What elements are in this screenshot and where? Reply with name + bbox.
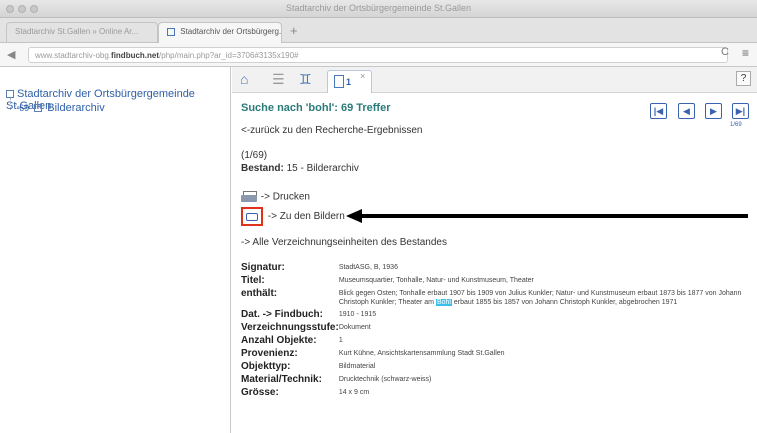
field-value: Museumsquartier, Tonhalle, Natur- und Ku…	[338, 277, 534, 284]
search-result-title: Suche nach 'bohl': 69 Treffer	[241, 102, 391, 114]
print-link[interactable]: -> Drucken	[241, 191, 310, 203]
url-path: /php/main.php?ar_id=3706#3135x190#	[159, 51, 299, 60]
tree-child-label: Bilderarchiv	[47, 102, 105, 114]
browser-menu-icon[interactable]: ≡	[742, 46, 749, 60]
printer-icon[interactable]	[241, 191, 258, 203]
previous-page-icon[interactable]: ◀	[678, 103, 695, 119]
table-row: Anzahl Objekte: 1	[241, 334, 751, 347]
table-row: Provenienz: Kurt Kühne, Ansichtskartensa…	[241, 347, 751, 360]
search-highlight: Bohl	[435, 299, 452, 306]
field-value: Blick gegen Osten; Tonhalle erbaut 1907 …	[338, 290, 742, 306]
result-position: (1/69)	[241, 150, 268, 161]
camera-icon[interactable]	[241, 207, 263, 226]
field-value: Dokument	[338, 324, 371, 331]
table-row: Signatur: StadtASG, B, 1936	[241, 261, 751, 274]
table-row: Dat. -> Findbuch: 1910 - 1915	[241, 308, 751, 321]
field-value: 1	[338, 337, 343, 344]
tab-label: Stadtarchiv St.Gallen » Online Ar...	[15, 27, 139, 36]
field-label: Verzeichnungsstufe:	[241, 322, 339, 333]
table-row: Objekttyp: Bildmaterial	[241, 360, 751, 373]
tab-label: Stadtarchiv der Ortsbürgerg...	[180, 27, 282, 36]
browser-nav-bar: ◀ www.stadtarchiv-obg.findbuch.net/php/m…	[0, 43, 757, 67]
metadata-table: Signatur: StadtASG, B, 1936 Titel: Museu…	[241, 261, 751, 399]
url-prefix: www.stadtarchiv-obg.	[35, 51, 112, 60]
field-label: enthält:	[241, 288, 278, 299]
tab-detail-view[interactable]: 1 ×	[327, 70, 372, 93]
back-arrow-icon[interactable]: ◀	[7, 48, 15, 61]
back-to-results-link[interactable]: <-zurück zu den Recherche-Ergebnissen	[241, 125, 422, 136]
field-value: 1910 - 1915	[338, 311, 377, 318]
field-value: Drucktechnik (schwarz-weiss)	[338, 376, 432, 383]
bestand-line: Bestand: 15 - Bilderarchiv	[241, 163, 359, 174]
bestand-label: Bestand:	[241, 163, 284, 174]
binoculars-icon[interactable]: ♊	[299, 71, 312, 88]
tree-child-count: ⁰ₓ69	[14, 103, 30, 113]
images-link[interactable]: -> Zu den Bildern	[241, 207, 345, 226]
tab-badge: 1	[346, 77, 352, 87]
home-icon[interactable]: ⌂	[240, 71, 248, 87]
url-domain: findbuch.net	[111, 51, 160, 60]
field-label: Signatur:	[241, 262, 285, 273]
table-row: enthält: Blick gegen Osten; Tonhalle erb…	[241, 287, 751, 308]
table-row: Verzeichnungsstufe: Dokument	[241, 321, 751, 334]
field-label: Grösse:	[241, 387, 279, 398]
folder-collapse-icon[interactable]	[6, 90, 14, 99]
field-value: Bildmaterial	[338, 363, 376, 370]
close-tab-icon[interactable]: ×	[360, 71, 365, 81]
window-title: Stadtarchiv der Ortsbürgergemeinde St.Ga…	[285, 3, 472, 13]
browser-tab-bar: Stadtarchiv St.Gallen » Online Ar... Sta…	[0, 18, 757, 43]
last-page-icon[interactable]: ▶|	[732, 103, 749, 119]
first-page-icon[interactable]: |◀	[650, 103, 667, 119]
new-tab-button[interactable]: +	[290, 23, 298, 38]
expand-icon[interactable]: +	[34, 104, 43, 113]
field-value: Kurt Kühne, Ansichtskartensammlung Stadt…	[338, 350, 505, 357]
field-label: Anzahl Objekte:	[241, 335, 317, 346]
table-row: Titel: Museumsquartier, Tonhalle, Natur-…	[241, 274, 751, 287]
reload-icon[interactable]: C	[721, 46, 729, 58]
table-row: Material/Technik: Drucktechnik (schwarz-…	[241, 373, 751, 386]
browser-tab-stadtarchiv[interactable]: Stadtarchiv der Ortsbürgerg... ×	[158, 22, 282, 43]
list-icon[interactable]: ☰	[272, 71, 285, 88]
browser-tab-online-archive[interactable]: Stadtarchiv St.Gallen » Online Ar...	[6, 22, 158, 43]
detail-panel: ⌂ ☰ ♊ 1 × ? Suche nach 'bohl': 69 Treffe…	[232, 67, 757, 433]
field-label: Titel:	[241, 275, 265, 286]
field-value: StadtASG, B, 1936	[338, 264, 398, 271]
field-label: Material/Technik:	[241, 374, 322, 385]
field-value: 14 x 9 cm	[338, 389, 370, 396]
arrow-left-icon	[346, 209, 748, 223]
images-label: -> Zu den Bildern	[267, 211, 345, 223]
page-favicon-icon	[167, 27, 175, 36]
tree-panel: Stadtarchiv der Ortsbürgergemeinde St.Ga…	[0, 67, 231, 433]
help-button[interactable]: ?	[736, 71, 751, 86]
tree-item-bilderarchiv[interactable]: ⁰ₓ69 + Bilderarchiv	[14, 102, 105, 114]
bestand-value: 15 - Bilderarchiv	[286, 163, 359, 174]
document-tab-icon	[334, 75, 344, 88]
field-label: Provenienz:	[241, 348, 298, 359]
next-page-icon[interactable]: ▶	[705, 103, 722, 119]
print-label: -> Drucken	[260, 191, 310, 203]
field-label: Objekttyp:	[241, 361, 291, 372]
table-row: Grösse: 14 x 9 cm	[241, 386, 751, 399]
address-bar[interactable]: www.stadtarchiv-obg.findbuch.net/php/mai…	[28, 47, 728, 63]
pager-position: 1/69	[730, 122, 742, 128]
tree-connector-line	[10, 98, 11, 110]
window-titlebar: Stadtarchiv der Ortsbürgergemeinde St.Ga…	[0, 0, 757, 18]
field-label: Dat. -> Findbuch:	[241, 309, 323, 320]
all-units-link[interactable]: -> Alle Verzeichnungseinheiten des Besta…	[241, 237, 447, 248]
content-toolbar: ⌂ ☰ ♊ 1 × ?	[232, 67, 757, 93]
